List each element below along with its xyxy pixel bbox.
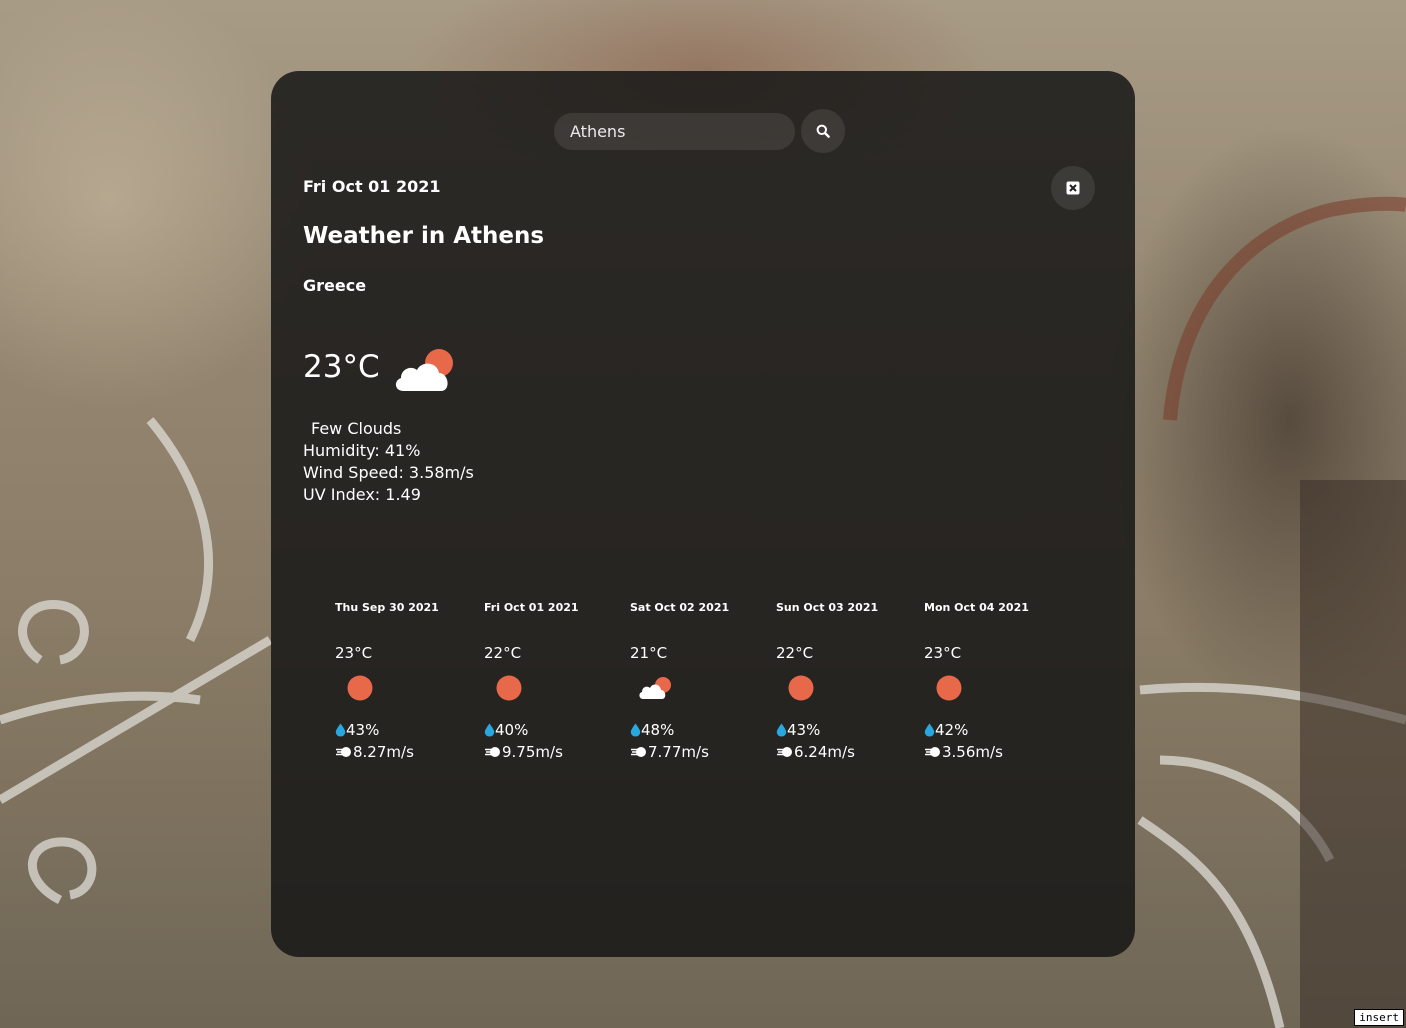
close-button[interactable]	[1051, 166, 1095, 210]
forecast-humidity-value: 48%	[641, 721, 675, 739]
forecast-humidity: 43%	[335, 721, 379, 739]
close-icon	[1066, 181, 1080, 195]
few-clouds-icon	[395, 349, 453, 391]
sun-icon	[496, 675, 522, 701]
forecast-humidity: 40%	[484, 721, 528, 739]
forecast-humidity: 42%	[924, 721, 968, 739]
humidity-text: Humidity: 41%	[303, 441, 421, 460]
forecast-wind-value: 6.24m/s	[794, 743, 855, 761]
current-temperature: 23°C	[303, 349, 380, 385]
wind-speed-text: Wind Speed: 3.58m/s	[303, 463, 474, 482]
forecast-date: Mon Oct 04 2021	[924, 601, 1029, 614]
forecast-humidity-value: 42%	[935, 721, 969, 739]
wind-icon	[631, 747, 646, 757]
forecast-day: Mon Oct 04 2021 23°C 42% 3.56m/s	[924, 601, 1064, 761]
forecast-day: Thu Sep 30 2021 23°C 43% 8.27m/s	[335, 601, 475, 761]
forecast-humidity-value: 43%	[346, 721, 380, 739]
forecast-date: Sat Oct 02 2021	[630, 601, 730, 614]
forecast-wind-value: 9.75m/s	[502, 743, 563, 761]
forecast-temperature: 21°C	[630, 644, 668, 662]
current-details: Few Clouds Humidity: 41% Wind Speed: 3.5…	[303, 418, 474, 506]
forecast-date: Sun Oct 03 2021	[776, 601, 879, 614]
droplet-icon	[924, 723, 935, 737]
droplet-icon	[776, 723, 787, 737]
forecast-temperature: 22°C	[484, 644, 522, 662]
forecast-wind: 9.75m/s	[484, 743, 563, 761]
wind-icon	[925, 747, 940, 757]
search-icon	[816, 124, 830, 138]
few-clouds-icon	[639, 677, 671, 699]
droplet-icon	[484, 723, 495, 737]
wind-icon	[485, 747, 500, 757]
wind-icon	[777, 747, 792, 757]
forecast-day: Sun Oct 03 2021 22°C 43% 6.24m/s	[776, 601, 916, 761]
forecast-humidity: 48%	[630, 721, 674, 739]
forecast-wind: 6.24m/s	[776, 743, 855, 761]
forecast-date: Fri Oct 01 2021	[484, 601, 579, 614]
forecast-day: Fri Oct 01 2021 22°C 40% 9.75m/s	[484, 601, 624, 761]
droplet-icon	[630, 723, 641, 737]
weather-card: Fri Oct 01 2021 Weather in Athens Greece…	[271, 71, 1135, 957]
sun-icon	[788, 675, 814, 701]
forecast-humidity-value: 43%	[787, 721, 821, 739]
forecast-temperature: 23°C	[335, 644, 373, 662]
uv-index-text: UV Index: 1.49	[303, 485, 421, 504]
forecast-temperature: 22°C	[776, 644, 814, 662]
forecast-wind-value: 3.56m/s	[942, 743, 1003, 761]
search-box	[554, 113, 795, 150]
forecast-wind-value: 8.27m/s	[353, 743, 414, 761]
forecast-wind-value: 7.77m/s	[648, 743, 709, 761]
current-date: Fri Oct 01 2021	[303, 177, 441, 196]
forecast-wind: 3.56m/s	[924, 743, 1003, 761]
forecast-row: Thu Sep 30 2021 23°C 43% 8.27m/s Fri Oct…	[271, 601, 1135, 771]
sun-icon	[936, 675, 962, 701]
country-label: Greece	[303, 276, 367, 295]
mode-badge: insert	[1354, 1009, 1404, 1026]
forecast-humidity: 43%	[776, 721, 820, 739]
search-input[interactable]	[554, 113, 795, 150]
forecast-wind: 7.77m/s	[630, 743, 709, 761]
page-title: Weather in Athens	[303, 223, 545, 249]
wind-icon	[336, 747, 351, 757]
forecast-temperature: 23°C	[924, 644, 962, 662]
forecast-wind: 8.27m/s	[335, 743, 414, 761]
forecast-date: Thu Sep 30 2021	[335, 601, 439, 614]
sun-icon	[347, 675, 373, 701]
droplet-icon	[335, 723, 346, 737]
forecast-humidity-value: 40%	[495, 721, 529, 739]
forecast-day: Sat Oct 02 2021 21°C 48% 7.77m/s	[630, 601, 770, 761]
search-button[interactable]	[801, 109, 845, 153]
weather-description: Few Clouds	[311, 419, 402, 438]
